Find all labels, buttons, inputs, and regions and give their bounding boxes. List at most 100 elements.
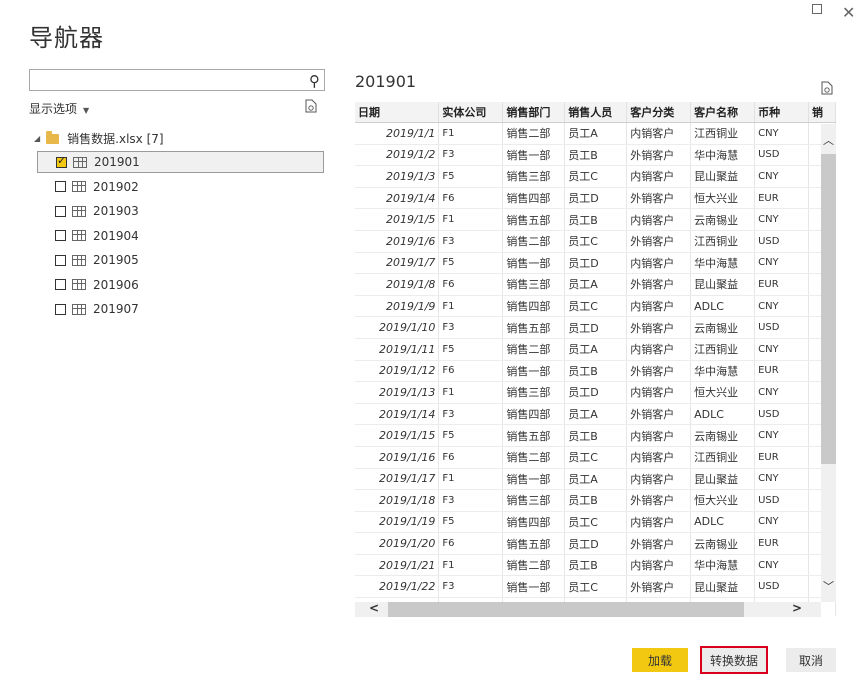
folder-icon [46, 131, 60, 144]
table-cell: 员工D [564, 532, 628, 555]
tree-item-4[interactable]: 201905 [37, 249, 317, 271]
table-cell: 销售四部 [502, 511, 566, 534]
column-header[interactable]: 日期 [355, 102, 440, 123]
tree-item-6[interactable]: 201907 [37, 298, 317, 320]
table-cell: 销售五部 [502, 316, 566, 339]
vertical-scroll-thumb[interactable] [821, 154, 836, 464]
chevron-down-icon[interactable]: ﹀ [823, 578, 834, 594]
table-cell: F3 [438, 489, 504, 512]
horizontal-scrollbar[interactable]: < > [355, 601, 821, 617]
table-cell: 云南锡业 [690, 532, 756, 555]
table-cell: 昆山聚益 [690, 273, 756, 296]
table-cell: CNY [754, 122, 809, 145]
table-cell: 销售三部 [502, 489, 566, 512]
table-icon [72, 254, 86, 266]
table-cell: 内销客户 [626, 252, 692, 275]
checkbox[interactable] [56, 154, 67, 168]
column-header[interactable]: 销售人员 [564, 102, 628, 123]
table-cell: 江西铜业 [690, 122, 756, 145]
table-cell: 2019/1/1 [355, 122, 440, 145]
table-cell: 销售五部 [502, 424, 566, 447]
table-cell: 员工D [564, 316, 628, 339]
table-cell: 江西铜业 [690, 230, 756, 253]
table-cell: F3 [438, 403, 504, 426]
table-row: 2019/1/22 F3 销售一部 员工C 外销客户 昆山聚益 USD [355, 575, 836, 599]
table-cell: 2019/1/12 [355, 360, 440, 383]
horizontal-scroll-thumb[interactable] [388, 602, 744, 617]
table-cell: 外销客户 [626, 360, 692, 383]
chevron-down-icon: ▼ [83, 106, 90, 115]
column-header[interactable]: 销 [808, 102, 836, 123]
table-icon [72, 279, 86, 290]
tree-root-file[interactable]: ◢ 销售数据.xlsx [7] [34, 127, 164, 149]
table-cell: 内销客户 [626, 511, 692, 534]
table-cell: 内销客户 [626, 381, 692, 404]
table-cell: ADLC [690, 295, 756, 318]
tree-item-label: 201905 [93, 253, 139, 267]
tree-item-2[interactable]: 201903 [37, 200, 317, 222]
table-cell: 外销客户 [626, 489, 692, 512]
table-cell: 员工A [564, 468, 628, 491]
table-row: 2019/1/19 F5 销售四部 员工C 内销客户 ADLC CNY [355, 511, 836, 534]
chevron-right-icon[interactable]: > [792, 601, 802, 615]
transform-data-button[interactable]: 转换数据 [700, 646, 768, 674]
table-cell: F6 [438, 446, 504, 469]
tree-item-5[interactable]: 201906 [37, 274, 317, 296]
tree-item-label: 201906 [93, 277, 139, 292]
table-cell: EUR [754, 360, 809, 383]
table-cell: EUR [754, 446, 809, 469]
table-row: 2019/1/17 F1 销售一部 员工A 内销客户 昆山聚益 CNY [355, 468, 836, 491]
chevron-left-icon[interactable]: < [369, 601, 379, 615]
table-cell: 员工A [564, 338, 628, 361]
table-cell: F5 [438, 338, 504, 361]
tree-item-label: 201902 [93, 179, 139, 194]
table-cell: USD [754, 316, 809, 339]
display-options-dropdown[interactable]: 显示选项 ▼ [29, 100, 89, 117]
column-header[interactable]: 客户分类 [626, 102, 692, 123]
table-cell: 昆山聚益 [690, 575, 756, 599]
table-row: 2019/1/5 F1 销售五部 员工B 内销客户 云南锡业 CNY [355, 208, 836, 231]
checkbox[interactable] [55, 205, 66, 217]
tree-item-1[interactable]: 201902 [37, 176, 317, 198]
tree-item-label: 201901 [94, 155, 140, 169]
table-row: 2019/1/12 F6 销售一部 员工B 外销客户 华中海慧 EUR [355, 360, 836, 383]
tree-item-0[interactable]: 201901 [37, 151, 324, 173]
column-header[interactable]: 客户名称 [690, 102, 756, 123]
table-cell: CNY [754, 554, 809, 577]
table-cell: 外销客户 [626, 532, 692, 555]
column-header[interactable]: 销售部门 [502, 102, 566, 123]
table-cell: 2019/1/5 [355, 208, 440, 231]
search-input[interactable]: ⚲ [29, 69, 325, 91]
table-cell: 员工D [564, 252, 628, 275]
table-cell: 销售二部 [502, 446, 566, 469]
table-cell: 销售二部 [502, 338, 566, 361]
table-cell: 外销客户 [626, 144, 692, 167]
column-header[interactable]: 币种 [754, 102, 809, 123]
close-icon[interactable]: ✕ [842, 3, 855, 22]
expand-triangle-icon[interactable]: ◢ [34, 134, 40, 143]
checkbox[interactable] [55, 254, 66, 266]
table-cell: 销售四部 [502, 403, 566, 426]
refresh-preview-icon[interactable] [821, 80, 833, 99]
tree-item-3[interactable]: 201904 [37, 225, 317, 247]
checkbox[interactable] [55, 303, 66, 315]
column-header[interactable]: 实体公司 [438, 102, 504, 123]
table-cell: 销售一部 [502, 360, 566, 383]
table-cell: 华中海慧 [690, 360, 756, 383]
refresh-icon[interactable] [305, 98, 317, 117]
checkbox[interactable] [55, 279, 66, 290]
table-cell: 外销客户 [626, 575, 692, 599]
cancel-button[interactable]: 取消 [786, 648, 836, 672]
table-cell: ADLC [690, 511, 756, 534]
vertical-scrollbar[interactable]: ︿ ﹀ [821, 124, 836, 602]
chevron-up-icon[interactable]: ︿ [823, 132, 834, 148]
checkbox[interactable] [55, 230, 66, 241]
checkbox[interactable] [55, 181, 66, 192]
table-cell: 员工C [564, 575, 628, 599]
maximize-icon[interactable] [812, 4, 822, 14]
load-button[interactable]: 加载 [632, 648, 688, 672]
table-cell: 2019/1/17 [355, 468, 440, 491]
table-cell: 2019/1/19 [355, 511, 440, 534]
table-cell: 销售四部 [502, 187, 566, 210]
preview-grid: 日期 实体公司 销售部门 销售人员 客户分类 客户名称 币种销 2019/1/1 F1 销售二部… [355, 102, 836, 616]
